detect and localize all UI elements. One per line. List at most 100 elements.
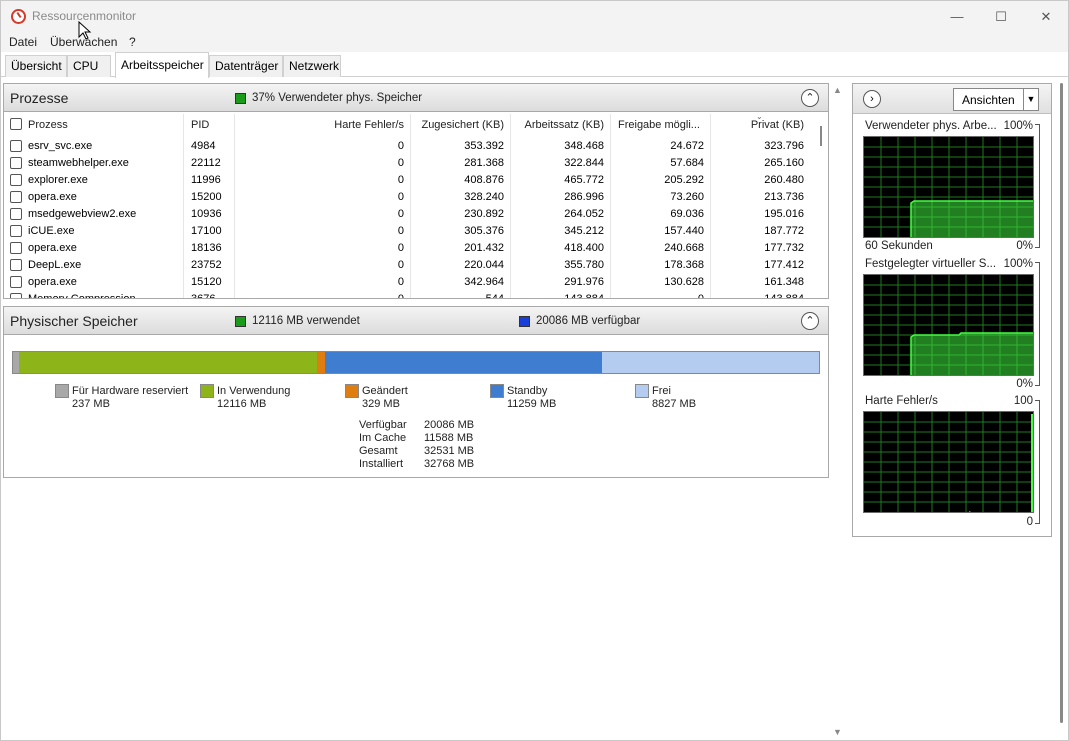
tab-netzwerk[interactable]: Netzwerk: [283, 55, 341, 77]
process-pid: 11996: [191, 174, 221, 186]
table-row[interactable]: opera.exe 15120 0 342.964 291.976 130.628 161.…: [4, 274, 816, 291]
processes-title: Prozesse: [10, 90, 69, 106]
processes-header[interactable]: Prozesse 37% Verwendeter phys. Speicher …: [3, 83, 829, 112]
row-checkbox[interactable]: [10, 242, 22, 254]
minimize-button[interactable]: —: [934, 1, 980, 32]
menu-help[interactable]: ?: [129, 35, 136, 49]
row-checkbox[interactable]: [10, 157, 22, 169]
tab-bar: Übersicht CPU Arbeitsspeicher Datenträge…: [1, 52, 1068, 78]
legend-free: Frei 8827 MB: [635, 384, 775, 414]
process-private: 323.796: [764, 140, 804, 152]
legend-swatch: [345, 384, 359, 398]
process-hard-faults: 0: [397, 225, 404, 237]
memory-used-info: 12116 MB verwendet: [252, 315, 360, 327]
row-checkbox[interactable]: [10, 259, 22, 271]
process-committed: 220.044: [464, 259, 504, 271]
memory-bar-segment: [324, 352, 602, 373]
phys-usage-legend-icon: [235, 93, 246, 104]
memory-bar-segment: [316, 352, 325, 373]
graph-scale-bracket: [1035, 400, 1040, 524]
title-bar: Ressourcenmonitor — ☐ ✕: [1, 1, 1068, 32]
scroll-thumb[interactable]: [1060, 83, 1063, 723]
row-checkbox[interactable]: [10, 276, 22, 288]
table-row[interactable]: opera.exe 18136 0 201.432 418.400 240.668 177.…: [4, 240, 816, 257]
maximize-button[interactable]: ☐: [978, 1, 1024, 32]
table-row[interactable]: opera.exe 15200 0 328.240 286.996 73.260 213.7…: [4, 189, 816, 206]
scroll-down-icon[interactable]: ▼: [833, 727, 842, 737]
graphs-scrollbar[interactable]: [1056, 83, 1068, 739]
row-checkbox[interactable]: [10, 293, 22, 298]
table-row[interactable]: msedgewebview2.exe 10936 0 230.892 264.052 69…: [4, 206, 816, 223]
process-name: esrv_svc.exe: [28, 140, 93, 152]
chevron-up-icon: ⌃: [805, 92, 815, 104]
tab-cpu[interactable]: CPU: [67, 55, 111, 77]
process-working-set: 465.772: [564, 174, 604, 186]
column-header-prozess[interactable]: Prozess: [28, 119, 68, 131]
legend-label: Frei: [652, 385, 671, 397]
process-shareable: 24.672: [670, 140, 704, 152]
process-hard-faults: 0: [397, 191, 404, 203]
tab-uebersicht[interactable]: Übersicht: [5, 55, 67, 77]
legend-label: Standby: [507, 385, 548, 397]
physical-memory-header[interactable]: Physischer Speicher 12116 MB verwendet 2…: [3, 306, 829, 335]
process-hard-faults: 0: [397, 276, 404, 288]
close-button[interactable]: ✕: [1023, 1, 1069, 32]
collapse-processes-button[interactable]: ⌃: [801, 89, 819, 107]
column-header-harte-fehler[interactable]: Harte Fehler/s: [294, 119, 404, 131]
process-committed: 342.964: [464, 276, 504, 288]
process-private: 187.772: [764, 225, 804, 237]
graph-title: Verwendeter phys. Arbe...: [865, 120, 997, 132]
column-header-arbeitssatz[interactable]: Arbeitssatz (KB): [504, 119, 604, 131]
tab-datentraeger[interactable]: Datenträger: [209, 55, 283, 77]
process-committed: 305.376: [464, 225, 504, 237]
process-committed: 544: [485, 293, 504, 299]
main-scrollbar[interactable]: ▲ ▼: [831, 83, 845, 739]
legend-value: 8827 MB: [652, 398, 697, 410]
row-checkbox[interactable]: [10, 208, 22, 220]
phys-usage-info: 37% Verwendeter phys. Speicher: [252, 92, 423, 104]
graph-max: 100%: [1003, 120, 1033, 132]
select-all-checkbox[interactable]: [10, 118, 22, 130]
row-checkbox[interactable]: [10, 225, 22, 237]
process-private: 143.884: [764, 293, 804, 299]
resource-monitor-icon: [11, 9, 26, 24]
process-private: 260.480: [764, 174, 804, 186]
stat-value: 20086 MB: [424, 419, 475, 431]
dropdown-arrow-icon[interactable]: ▼: [1023, 89, 1038, 110]
scroll-thumb[interactable]: [820, 126, 822, 146]
process-hard-faults: 0: [397, 157, 404, 169]
process-working-set: 143.884: [564, 293, 604, 299]
process-shareable: 157.440: [664, 225, 704, 237]
process-private: 265.160: [764, 157, 804, 169]
table-row[interactable]: explorer.exe 11996 0 408.876 465.772 205.292 2…: [4, 172, 816, 189]
column-header-privat[interactable]: Privat (KB): [704, 119, 804, 131]
graph-scale-bracket: [1035, 262, 1040, 386]
stat-value: 32768 MB: [424, 458, 475, 470]
table-row[interactable]: esrv_svc.exe 4984 0 353.392 348.468 24.672 323…: [4, 138, 816, 155]
process-private: 177.412: [764, 259, 804, 271]
column-header-zugesichert[interactable]: Zugesichert (KB): [404, 119, 504, 131]
collapse-physical-memory-button[interactable]: ⌃: [801, 312, 819, 330]
legend-label: Für Hardware reserviert: [72, 385, 189, 397]
chevron-right-icon: ›: [870, 93, 874, 105]
legend-label: In Verwendung: [217, 385, 291, 397]
table-row[interactable]: Memory Compression 3676 0 544 143.884 0 143.88…: [4, 291, 816, 299]
legend-swatch: [490, 384, 504, 398]
collapse-graphs-button[interactable]: ›: [863, 90, 881, 108]
row-checkbox[interactable]: [10, 191, 22, 203]
processes-scrollbar[interactable]: [816, 124, 828, 294]
row-checkbox[interactable]: [10, 174, 22, 186]
graph-max: 100: [1013, 395, 1033, 407]
process-hard-faults: 0: [397, 208, 404, 220]
scroll-up-icon[interactable]: ▲: [833, 85, 842, 95]
tab-arbeitsspeicher[interactable]: Arbeitsspeicher: [115, 52, 209, 78]
table-row[interactable]: DeepL.exe 23752 0 220.044 355.780 178.368 177.…: [4, 257, 816, 274]
column-header-freigabe[interactable]: Freigabe mögli...: [618, 119, 700, 131]
row-checkbox[interactable]: [10, 140, 22, 152]
table-row[interactable]: steamwebhelper.exe 22112 0 281.368 322.844 57…: [4, 155, 816, 172]
graph-min: 0%: [1016, 240, 1033, 252]
table-row[interactable]: iCUE.exe 17100 0 305.376 345.212 157.440 187.7…: [4, 223, 816, 240]
views-dropdown[interactable]: Ansichten ▼: [953, 88, 1039, 111]
menu-datei[interactable]: Datei: [9, 35, 37, 49]
column-header-pid[interactable]: PID: [191, 119, 209, 131]
